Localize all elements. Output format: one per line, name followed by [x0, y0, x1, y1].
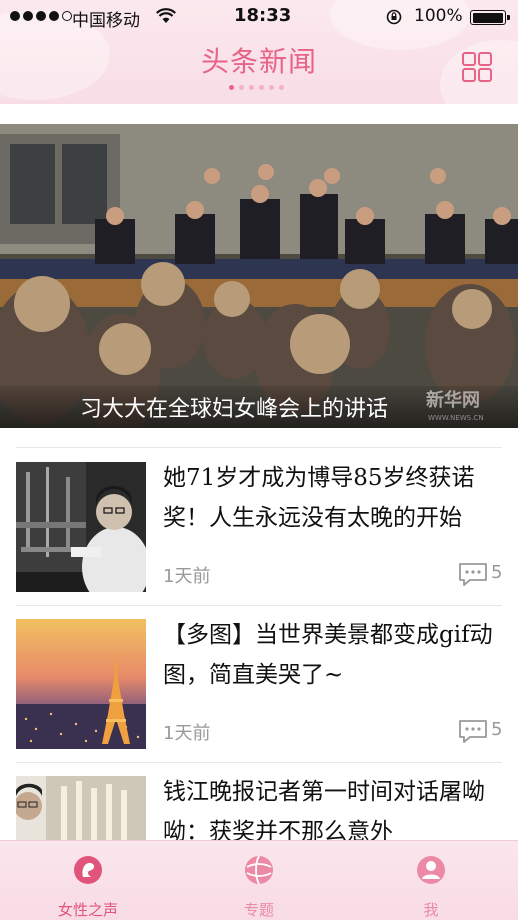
- profile-icon: [417, 856, 445, 884]
- battery-icon: [470, 10, 510, 25]
- news-list-item[interactable]: 【多图】当世界美景都变成gif动图，简直美哭了~ 1天前 5: [16, 619, 502, 749]
- news-thumbnail: [16, 462, 146, 592]
- page-dot[interactable]: [249, 85, 254, 90]
- divider: [16, 605, 502, 606]
- comment-icon[interactable]: [458, 562, 488, 586]
- page-title: 头条新闻: [200, 45, 317, 78]
- page-dot[interactable]: [259, 85, 264, 90]
- headline-banner[interactable]: 习大大在全球妇女峰会上的讲话 新华网 WWW.NEWS.CN: [0, 124, 518, 428]
- news-headline[interactable]: 【多图】当世界美景都变成gif动图，简直美哭了~: [163, 615, 503, 695]
- news-thumbnail: [16, 619, 146, 749]
- banner-watermark-url: WWW.NEWS.CN: [428, 414, 484, 422]
- comment-count: 5: [491, 719, 503, 740]
- rotation-lock-icon: [386, 9, 402, 25]
- news-headline[interactable]: 她71岁才成为博导85岁终获诺奖！人生永远没有太晚的开始: [163, 458, 503, 538]
- page-indicator[interactable]: [229, 85, 284, 90]
- tab-me[interactable]: 我: [371, 841, 491, 920]
- female-voice-icon: [74, 856, 102, 884]
- comment-count: 5: [491, 562, 503, 583]
- banner-watermark: 新华网: [426, 390, 480, 411]
- banner-photo: [0, 124, 518, 428]
- signal-strength-icon: [10, 11, 72, 21]
- header: 中国移动 18:33 100% 头条新闻: [0, 0, 518, 104]
- tab-label: 专题: [243, 901, 274, 919]
- divider: [16, 447, 502, 448]
- tab-bar: 女性之声 专题 我: [0, 840, 518, 920]
- banner-caption: 习大大在全球妇女峰会上的讲话: [80, 397, 389, 422]
- tab-topic[interactable]: 专题: [199, 841, 319, 920]
- page-dot[interactable]: [229, 85, 234, 90]
- news-list-item[interactable]: 她71岁才成为博导85岁终获诺奖！人生永远没有太晚的开始 1天前 5: [16, 462, 502, 592]
- tab-label: 我: [423, 901, 439, 919]
- comment-icon[interactable]: [458, 719, 488, 743]
- news-time: 1天前: [163, 723, 211, 744]
- tab-label: 女性之声: [57, 901, 118, 919]
- page-dot[interactable]: [269, 85, 274, 90]
- battery-percent: 100%: [414, 6, 463, 26]
- carrier-label: 中国移动: [72, 11, 140, 31]
- status-bar: 中国移动 18:33 100%: [0, 0, 518, 34]
- clock: 18:33: [234, 5, 292, 26]
- grid-icon[interactable]: [462, 52, 492, 82]
- wifi-icon: [156, 8, 176, 23]
- divider: [16, 762, 502, 763]
- page-dot[interactable]: [239, 85, 244, 90]
- news-time: 1天前: [163, 566, 211, 587]
- page-dot[interactable]: [279, 85, 284, 90]
- tab-female-voice[interactable]: 女性之声: [28, 841, 148, 920]
- topic-icon: [245, 855, 273, 885]
